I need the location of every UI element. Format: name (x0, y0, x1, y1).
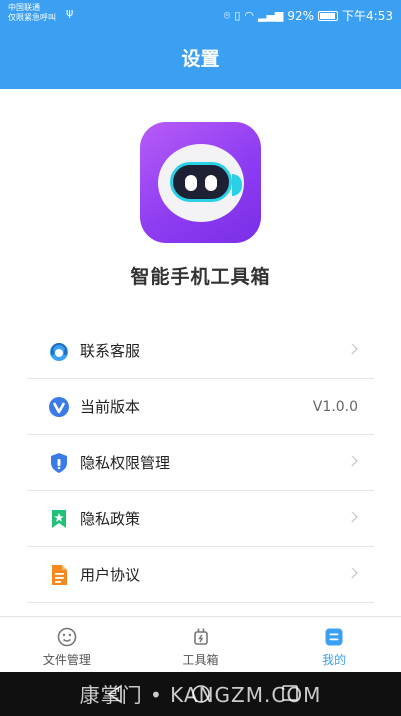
system-indicators: ⌾ ▯ ◠ ▂▄▆ 92% 下午4:53 (224, 7, 393, 24)
page-title: 设置 (181, 48, 220, 70)
tab-toolbox[interactable]: 工具箱 (134, 617, 268, 672)
chevron-right-icon (346, 511, 358, 523)
robot-icon (158, 144, 244, 222)
document-icon (48, 564, 70, 586)
menu-label-privacy-permissions: 隐私权限管理 (80, 454, 171, 472)
app-logo (140, 122, 261, 243)
menu-label-user-agreement: 用户协议 (80, 566, 141, 584)
menu-item-current-version[interactable]: 当前版本 V1.0.0 (27, 379, 374, 435)
tab-label-file-manager: 文件管理 (42, 653, 91, 667)
menu-label-privacy-policy: 隐私政策 (80, 510, 141, 528)
app-name: 智能手机工具箱 (130, 266, 271, 288)
vibrate-icon: ▯ (234, 9, 241, 22)
settings-menu: 联系客服 当前版本 V1.0.0 隐私权限管理 隐私政策 用户协议 (27, 323, 374, 603)
chevron-right-icon (346, 343, 358, 355)
chevron-right-icon (346, 567, 358, 579)
profile-icon (324, 627, 344, 647)
menu-item-privacy-permissions[interactable]: 隐私权限管理 (27, 435, 374, 491)
wifi-icon: ◠ (244, 9, 254, 22)
tab-mine[interactable]: 我的 (267, 617, 401, 672)
bottom-tab-bar: 文件管理 工具箱 我的 (0, 616, 401, 672)
version-value: V1.0.0 (312, 399, 358, 415)
signal-icon: ▂▄▆ (257, 9, 284, 22)
headset-icon (48, 340, 70, 362)
location-icon: ⌾ (223, 8, 231, 22)
bookmark-star-icon (48, 508, 70, 530)
version-v-icon (48, 396, 70, 418)
chevron-right-icon (346, 455, 358, 467)
status-bar: 中国联通 仅限紧急呼叫 ψ ⌾ ▯ ◠ ▂▄▆ 92% 下午4:53 (0, 0, 401, 30)
battery-icon (318, 10, 339, 21)
tab-file-manager[interactable]: 文件管理 (0, 617, 134, 672)
face-icon (57, 627, 77, 647)
menu-label-current-version: 当前版本 (80, 398, 141, 416)
carrier-status: 仅限紧急呼叫 (8, 13, 56, 22)
tab-label-toolbox: 工具箱 (182, 653, 219, 667)
app-bar: 设置 (0, 30, 401, 89)
usb-icon: ψ (66, 6, 74, 19)
clock: 下午4:53 (342, 9, 393, 23)
carrier-name: 中国联通 (8, 3, 40, 12)
menu-item-user-agreement[interactable]: 用户协议 (27, 547, 374, 603)
menu-label-contact-support: 联系客服 (80, 342, 141, 360)
carrier-info: 中国联通 仅限紧急呼叫 (8, 3, 56, 23)
tab-label-mine: 我的 (322, 653, 347, 667)
watermark: 康掌门 • KANGZM.COM (79, 683, 322, 707)
shield-icon (48, 452, 70, 474)
plug-icon (191, 627, 211, 647)
battery-percent: 92% (287, 8, 315, 23)
menu-item-privacy-policy[interactable]: 隐私政策 (27, 491, 374, 547)
menu-item-contact-support[interactable]: 联系客服 (27, 323, 374, 379)
